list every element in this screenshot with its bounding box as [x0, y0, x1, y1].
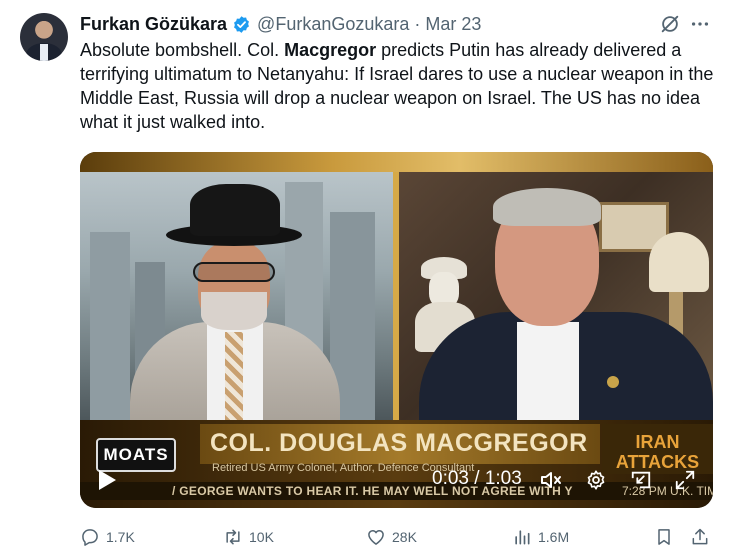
share-icon	[692, 528, 708, 545]
tweet-actions: 1.7K 10K 28K 1.6M	[80, 524, 713, 550]
side-label: IRAN ATTACKS	[615, 432, 700, 472]
avatar-shirt	[40, 44, 48, 61]
fullscreen-icon[interactable]	[674, 469, 696, 491]
tweet[interactable]: Furkan Gözükara @FurkanGozukara · Mar 23…	[0, 0, 729, 558]
video-top-band	[80, 152, 713, 172]
tweet-text-part1: Absolute bombshell. Col.	[80, 40, 285, 60]
retweet-count: 10K	[249, 529, 274, 545]
video-time: 0:03 / 1:03	[432, 468, 522, 489]
tweet-date[interactable]: Mar 23	[425, 14, 481, 35]
show-logo: MOATS	[96, 438, 176, 472]
author-name[interactable]: Furkan Gözükara	[80, 14, 227, 35]
grok-icon[interactable]	[659, 13, 681, 35]
video-player[interactable]: MOATS COL. DOUGLAS MACGREGOR Retired US …	[80, 152, 713, 508]
author-handle[interactable]: @FurkanGozukara	[257, 14, 409, 35]
views-count: 1.6M	[538, 529, 570, 545]
video-left-pane	[80, 172, 393, 420]
bookmark-button[interactable]	[654, 524, 680, 550]
play-icon[interactable]	[97, 469, 117, 491]
reply-count: 1.7K	[106, 529, 135, 545]
reply-icon	[82, 529, 98, 546]
verified-badge-icon	[234, 15, 249, 33]
like-icon	[368, 530, 384, 545]
like-button[interactable]: 28K	[366, 524, 417, 550]
reply-button[interactable]: 1.7K	[80, 524, 135, 550]
views-button[interactable]: 1.6M	[512, 524, 569, 550]
mute-icon[interactable]	[539, 468, 563, 492]
more-icon[interactable]	[689, 13, 711, 35]
retweet-icon	[226, 529, 240, 545]
views-icon	[515, 530, 530, 545]
settings-icon[interactable]	[585, 469, 607, 491]
tweet-text-bold: Macgregor	[284, 40, 377, 60]
guest-name: COL. DOUGLAS MACGREGOR	[210, 429, 588, 457]
lower-third: MOATS COL. DOUGLAS MACGREGOR Retired US …	[80, 420, 713, 508]
tweet-header: Furkan Gözükara @FurkanGozukara · Mar 23	[80, 13, 481, 35]
tweet-text: Absolute bombshell. Col. Macgregor predi…	[80, 38, 720, 134]
share-button[interactable]	[690, 524, 716, 550]
retweet-button[interactable]: 10K	[223, 524, 274, 550]
video-right-pane	[399, 172, 713, 420]
avatar[interactable]	[20, 13, 68, 61]
bookmark-icon	[658, 529, 670, 545]
header-separator: ·	[414, 13, 421, 34]
like-count: 28K	[392, 529, 417, 545]
pip-icon[interactable]	[630, 469, 652, 491]
